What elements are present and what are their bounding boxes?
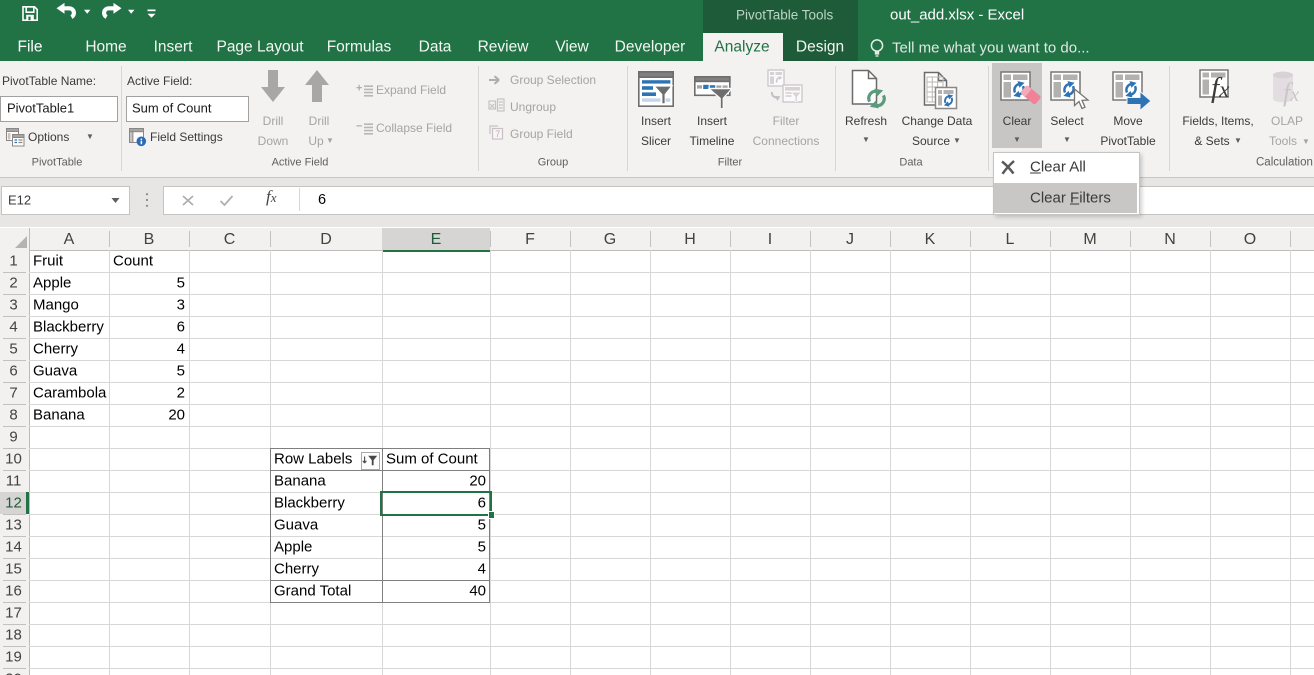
- svg-text:−: −: [356, 121, 362, 133]
- svg-text:7: 7: [495, 129, 500, 139]
- svg-text:+: +: [356, 83, 362, 95]
